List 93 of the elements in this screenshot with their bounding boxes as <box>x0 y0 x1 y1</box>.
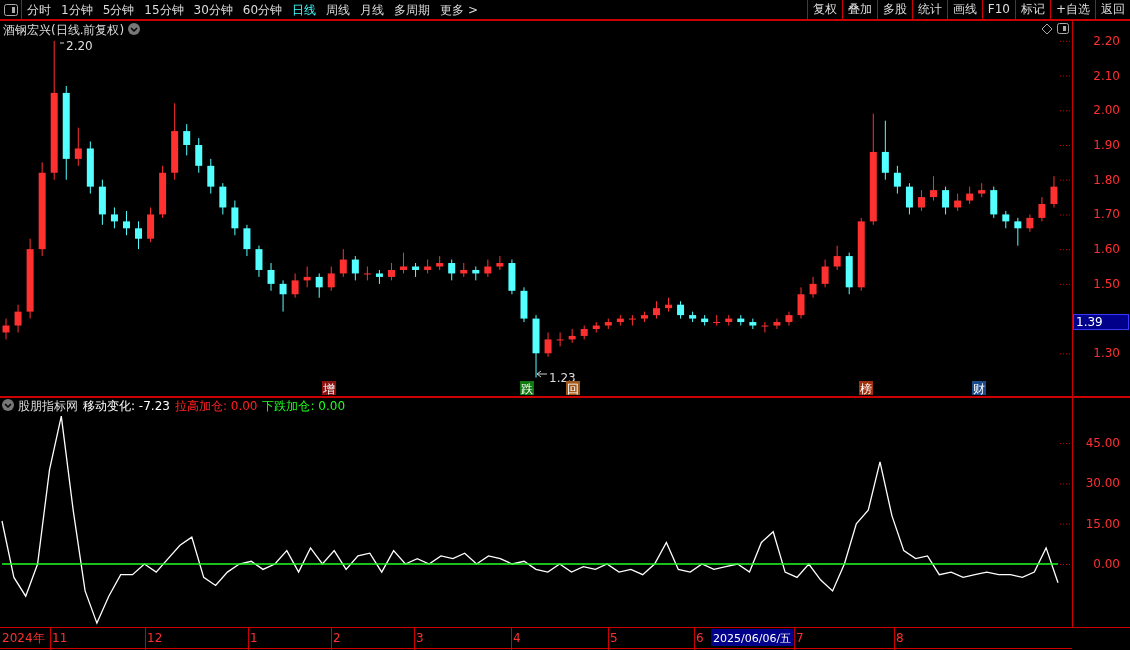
candlestick <box>255 245 263 278</box>
candlestick <box>219 182 227 215</box>
candlestick <box>110 206 118 229</box>
date-axis-label: 12 <box>147 631 163 645</box>
candlestick <box>893 165 901 195</box>
candlestick <box>327 266 335 292</box>
indicator-axis-label: 45.00 <box>1085 436 1120 451</box>
date-axis-label: 6 <box>696 631 704 645</box>
collapse-icon[interactable] <box>2 399 14 411</box>
diamond-icon[interactable] <box>1041 23 1053 35</box>
cursor-date-label: 2025/06/06/五 <box>711 629 794 646</box>
candlestick <box>821 259 829 288</box>
candlestick <box>881 120 889 181</box>
candlestick <box>1014 217 1022 247</box>
date-axis-label: 1 <box>250 631 258 645</box>
candlestick <box>930 175 938 202</box>
price-axis-label: 1.80 <box>1093 172 1120 187</box>
price-axis-label: 1.90 <box>1093 138 1120 152</box>
event-marker[interactable]: 榜 <box>859 381 873 396</box>
date-axis-label: 11 <box>52 631 68 645</box>
candlestick <box>1026 213 1034 233</box>
candlestick <box>809 276 817 299</box>
candlestick <box>135 220 143 250</box>
candlestick <box>339 248 347 278</box>
indicator-reading: 移动变化: -7.23 <box>83 399 170 413</box>
candlestick <box>122 210 130 236</box>
candlestick <box>713 314 721 327</box>
event-marker[interactable]: 跌 <box>520 381 534 396</box>
price-axis-label: 2.00 <box>1093 103 1120 118</box>
period-tab[interactable]: 5分钟 <box>97 0 140 19</box>
candlestick <box>942 186 950 215</box>
candlestick <box>291 272 299 299</box>
event-marker[interactable]: 财 <box>972 381 986 396</box>
dropdown-icon[interactable] <box>128 23 140 35</box>
candlestick <box>917 189 925 212</box>
indicator-axis-label: 15.00 <box>1085 516 1120 531</box>
indicator-reading: 下跌加仓: 0.00 <box>262 399 346 413</box>
candlestick <box>195 137 203 174</box>
period-tab[interactable]: 多周期 <box>389 0 436 19</box>
current-price-tag: 1.39 <box>1073 314 1129 331</box>
candlestick <box>207 158 215 195</box>
candlestick <box>833 245 841 271</box>
price-axis-label: 1.50 <box>1093 276 1120 291</box>
candlestick <box>448 259 456 281</box>
candlestick <box>74 127 82 167</box>
candlestick <box>243 224 251 257</box>
date-axis-label: 4 <box>513 631 521 645</box>
chart-title: 酒钢宏兴(日线.前复权) <box>3 23 125 37</box>
indicator-axis-label: 30.00 <box>1085 476 1120 491</box>
date-axis-label: 2024年 <box>2 631 45 645</box>
date-axis-label: 3 <box>416 631 424 645</box>
period-tab[interactable]: 日线 <box>287 0 322 19</box>
candlestick <box>351 255 359 281</box>
indicator-reading: 拉高加仓: 0.00 <box>174 399 258 413</box>
candlestick <box>773 318 781 330</box>
candlestick <box>279 279 287 313</box>
candlestick <box>1038 196 1046 222</box>
candlestick <box>797 286 805 320</box>
indicator-axis-label: 0.00 <box>1093 557 1120 571</box>
period-tab[interactable]: 月线 <box>355 0 390 19</box>
candlestick <box>14 304 22 333</box>
candlestick <box>1050 175 1058 208</box>
candlestick <box>905 182 913 215</box>
date-axis-label: 5 <box>610 631 618 645</box>
price-axis-label: 1.30 <box>1093 346 1120 361</box>
candlestick <box>183 123 191 156</box>
period-tab[interactable]: 60分钟 <box>237 0 288 19</box>
candlestick <box>556 331 564 347</box>
candlestick <box>315 272 323 299</box>
price-axis-label: 2.10 <box>1093 68 1120 83</box>
candlestick <box>231 200 239 236</box>
candlestick <box>785 311 793 327</box>
period-tab[interactable]: 分时 <box>22 0 56 19</box>
period-tab[interactable]: 30分钟 <box>188 0 238 19</box>
period-tab[interactable]: 周线 <box>321 0 356 19</box>
toggle-icon[interactable] <box>1057 23 1069 34</box>
candlestick <box>496 255 504 271</box>
price-axis-label: 1.60 <box>1093 242 1120 257</box>
period-tab[interactable]: 更多 > <box>435 0 483 19</box>
price-axis-label: 2.20 <box>1093 33 1120 48</box>
date-axis-label: 2 <box>333 631 341 645</box>
price-axis-label: 1.70 <box>1093 207 1120 222</box>
period-tab[interactable]: 1分钟 <box>56 0 98 19</box>
candlestick <box>628 314 636 327</box>
candlestick <box>544 331 552 358</box>
date-axis-label: 7 <box>796 631 804 645</box>
event-marker[interactable]: 回 <box>566 381 580 396</box>
candlestick <box>761 321 769 333</box>
date-axis-label: 8 <box>896 631 904 645</box>
period-tab[interactable]: 15分钟 <box>139 0 189 19</box>
candlestick <box>267 262 275 292</box>
event-marker[interactable]: 增 <box>322 381 336 396</box>
indicator-name: 股朋指标网 <box>18 399 78 413</box>
